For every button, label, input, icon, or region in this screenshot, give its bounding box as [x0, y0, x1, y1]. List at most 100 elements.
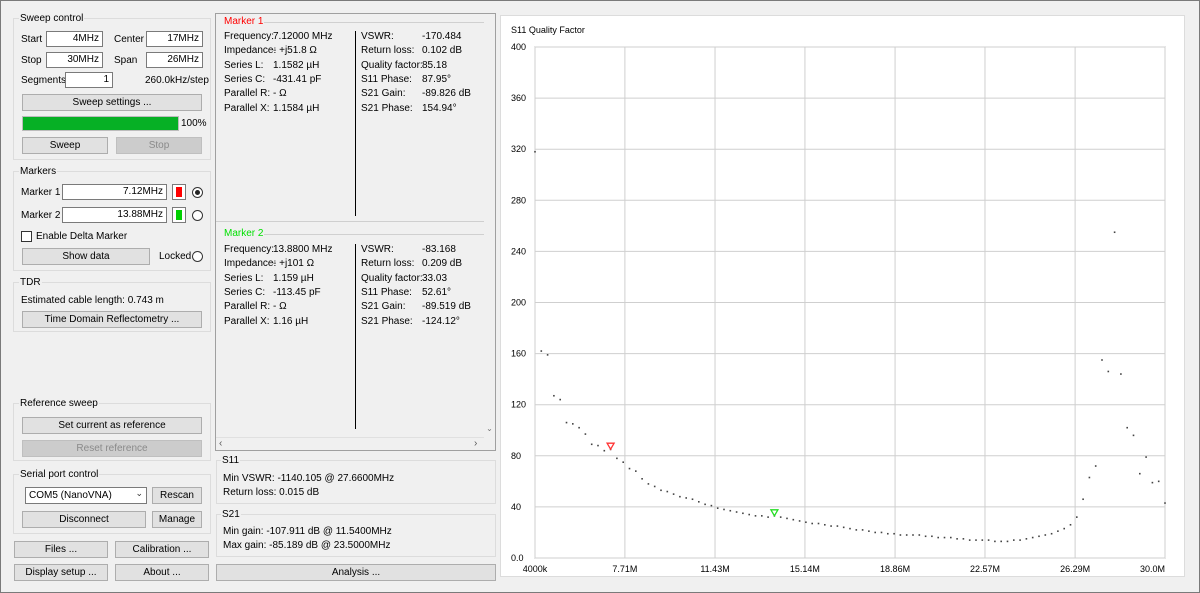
y-tick-label: 360 [511, 93, 526, 103]
sweep-settings-button[interactable]: Sweep settings ... [22, 94, 202, 111]
stop-label: Stop [21, 55, 42, 66]
data-point [924, 535, 927, 538]
data-point [616, 457, 618, 460]
marker1-divider [355, 31, 356, 216]
data-point [635, 470, 637, 472]
data-point [735, 511, 738, 513]
scroll-left-arrow-icon[interactable]: ‹ [219, 438, 222, 449]
manage-button[interactable]: Manage [152, 511, 202, 528]
data-point [842, 526, 845, 529]
files-button[interactable]: Files ... [14, 541, 108, 558]
show-data-button[interactable]: Show data [22, 248, 150, 265]
data-point [742, 512, 744, 515]
marker1-frequency-input[interactable]: 7.12MHz [62, 184, 167, 200]
data-point [1094, 465, 1097, 467]
port-select[interactable]: COM5 (NanoVNA) ⌄ [25, 487, 147, 504]
data-point [672, 493, 675, 495]
span-input[interactable]: 26MHz [146, 52, 203, 68]
delta-marker-checkbox[interactable] [21, 231, 32, 242]
data-point [811, 522, 813, 525]
data-point [1000, 540, 1002, 543]
marker2-field-label: S11 Phase: [361, 286, 412, 298]
marker2-field-label: Impedance: [224, 258, 277, 270]
start-input[interactable]: 4MHz [46, 31, 103, 47]
marker2-field-value: - +j101 Ω [273, 258, 315, 270]
marker2-label: Marker 2 [21, 210, 61, 221]
marker-triangle [605, 442, 616, 451]
reference-sweep-title: Reference sweep [19, 398, 99, 409]
data-point [1145, 456, 1147, 458]
marker1-title-rule [264, 22, 488, 23]
reset-reference-button[interactable]: Reset reference [22, 440, 202, 457]
rescan-button[interactable]: Rescan [152, 487, 202, 504]
data-point [1107, 370, 1110, 373]
x-tick-label: 26.29M [1060, 564, 1090, 574]
locked-radio[interactable] [192, 251, 203, 262]
marker2-field-value: 0.209 dB [422, 258, 463, 270]
segments-input[interactable]: 1 [65, 72, 113, 88]
marker1-field-value: -431.41 pF [273, 73, 322, 85]
analysis-button[interactable]: Analysis ... [216, 564, 496, 581]
data-point [767, 516, 769, 518]
marker1-field-value: 7.12000 MHz [273, 31, 333, 42]
marker1-field-label: S21 Gain: [361, 88, 406, 100]
data-point [622, 461, 624, 463]
calibration-button[interactable]: Calibration ... [115, 541, 209, 558]
display-setup-button[interactable]: Display setup ... [14, 564, 108, 581]
data-point [912, 534, 914, 536]
marker2-color-swatch[interactable] [172, 207, 186, 223]
scroll-down-arrow-icon[interactable]: ⌄ [484, 424, 495, 435]
data-point [546, 354, 549, 356]
set-reference-button[interactable]: Set current as reference [22, 417, 202, 434]
marker-triangle [769, 509, 780, 518]
data-point [704, 503, 706, 506]
x-tick-label: 11.43M [700, 564, 729, 574]
marker1-color-swatch[interactable] [172, 184, 186, 200]
data-point [893, 532, 895, 535]
marker2-active-radio[interactable] [192, 210, 203, 221]
about-button[interactable]: About ... [115, 564, 209, 581]
vertical-scrollbar[interactable] [484, 14, 495, 436]
scroll-right-arrow-icon[interactable]: › [474, 438, 477, 449]
stop-input[interactable]: 30MHz [46, 52, 103, 68]
x-tick-label: 30.0M [1140, 564, 1165, 574]
marker-data-panel[interactable]: Marker 1 Frequency: 7.12000 MHz Impedance:… [215, 13, 496, 451]
data-point [918, 534, 921, 536]
data-point [1013, 539, 1015, 541]
port-select-value: COM5 (NanoVNA) [29, 490, 112, 501]
marker2-panel-title: Marker 2 [224, 228, 264, 239]
data-point [716, 507, 719, 509]
marker1-active-radio[interactable] [192, 187, 203, 198]
sweep-button[interactable]: Sweep [22, 137, 108, 154]
data-point [565, 421, 568, 424]
marker1-field-value: - +j51.8 Ω [273, 45, 317, 57]
stop-button[interactable]: Stop [116, 137, 202, 154]
data-point [723, 508, 725, 511]
data-point [874, 531, 876, 534]
s11-summary-title: S11 [221, 455, 241, 466]
marker1-field-value: -89.826 dB [422, 88, 471, 100]
segments-label: Segments [21, 75, 67, 86]
quality-factor-chart[interactable]: S11 Quality Factor 4000k 7.71M 11.43M 15.14… [500, 15, 1185, 577]
y-tick-label: 80 [511, 451, 521, 461]
marker1-field-label: S11 Phase: [361, 73, 412, 85]
marker2-frequency-input[interactable]: 13.88MHz [62, 207, 167, 223]
marker1-field-label: Quality factor: [361, 59, 423, 71]
data-point [1132, 434, 1135, 437]
marker1-field-label: S21 Phase: [361, 102, 413, 114]
locked-label: Locked [159, 251, 192, 262]
tdr-button[interactable]: Time Domain Reflectometry ... [22, 311, 202, 328]
horizontal-scrollbar[interactable]: ‹ › [216, 437, 484, 450]
data-point [994, 540, 996, 543]
data-point [1139, 472, 1141, 475]
data-point [987, 539, 990, 541]
serial-port-title: Serial port control [19, 469, 100, 480]
y-tick-label: 0.0 [511, 553, 524, 563]
s21-max-gain: Max gain: -85.189 dB @ 23.5000MHz [223, 540, 391, 551]
center-input[interactable]: 17MHz [146, 31, 203, 47]
chart-svg: S11 Quality Factor 4000k 7.71M 11.43M 15.14… [511, 25, 1166, 574]
data-point [748, 513, 750, 516]
data-point [950, 536, 952, 539]
marker1-field-value: 1.1582 µH [273, 59, 320, 71]
disconnect-button[interactable]: Disconnect [22, 511, 146, 528]
